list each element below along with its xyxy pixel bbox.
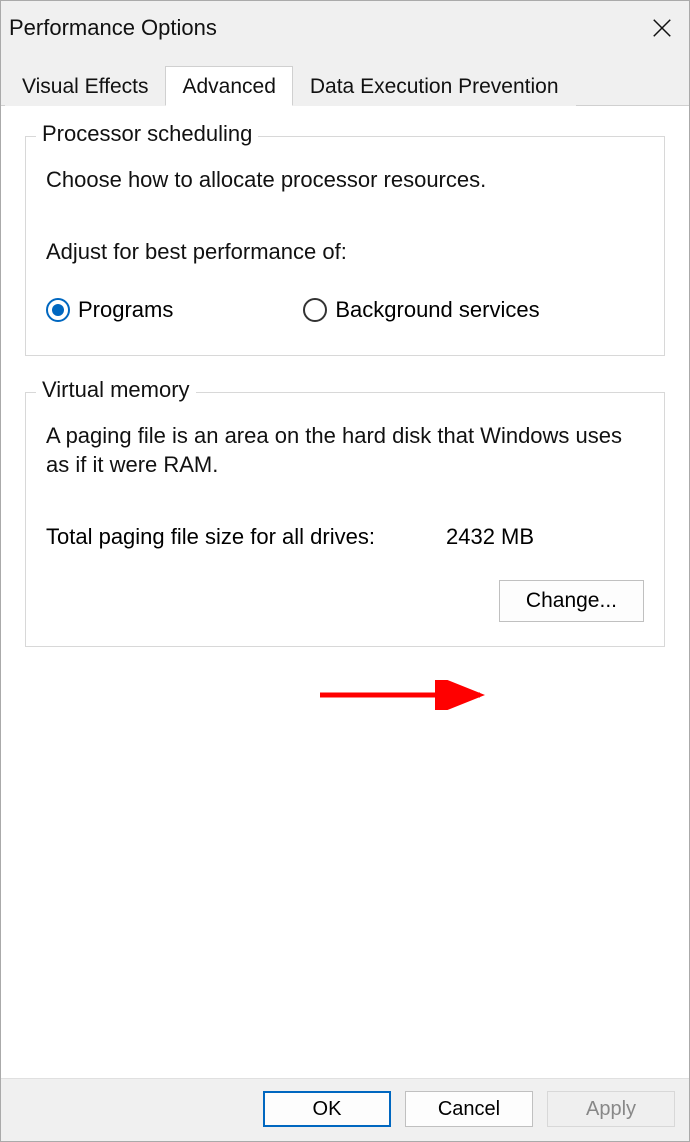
radio-row: Programs Background services [46,297,644,323]
tab-advanced[interactable]: Advanced [165,66,292,106]
paging-file-size-label: Total paging file size for all drives: [46,524,446,550]
dialog-button-bar: OK Cancel Apply [1,1078,689,1141]
processor-scheduling-description: Choose how to allocate processor resourc… [46,165,644,195]
tab-data-execution-prevention[interactable]: Data Execution Prevention [293,66,576,106]
radio-icon [46,298,70,322]
arrow-annotation-icon [315,680,495,710]
performance-options-dialog: Performance Options Visual Effects Advan… [0,0,690,1142]
tab-content-advanced: Processor scheduling Choose how to alloc… [1,106,689,1078]
paging-file-size-value: 2432 MB [446,524,534,550]
close-button[interactable] [635,1,689,55]
tab-visual-effects[interactable]: Visual Effects [5,66,165,106]
paging-file-size-row: Total paging file size for all drives: 2… [46,524,644,550]
radio-icon [303,298,327,322]
change-button-row: Change... [46,580,644,622]
close-icon [651,17,673,39]
cancel-button[interactable]: Cancel [405,1091,533,1127]
radio-programs[interactable]: Programs [46,297,173,323]
processor-scheduling-title: Processor scheduling [36,121,258,147]
radio-programs-label: Programs [78,297,173,323]
virtual-memory-group: Virtual memory A paging file is an area … [25,392,665,647]
radio-background-label: Background services [335,297,539,323]
tab-strip: Visual Effects Advanced Data Execution P… [1,55,689,106]
processor-scheduling-group: Processor scheduling Choose how to alloc… [25,136,665,356]
virtual-memory-description: A paging file is an area on the hard dis… [46,421,644,480]
processor-scheduling-subtitle: Adjust for best performance of: [46,239,644,265]
radio-background-services[interactable]: Background services [303,297,539,323]
apply-button: Apply [547,1091,675,1127]
ok-button[interactable]: OK [263,1091,391,1127]
change-button[interactable]: Change... [499,580,644,622]
virtual-memory-title: Virtual memory [36,377,196,403]
dialog-title: Performance Options [9,15,217,41]
title-bar: Performance Options [1,1,689,55]
